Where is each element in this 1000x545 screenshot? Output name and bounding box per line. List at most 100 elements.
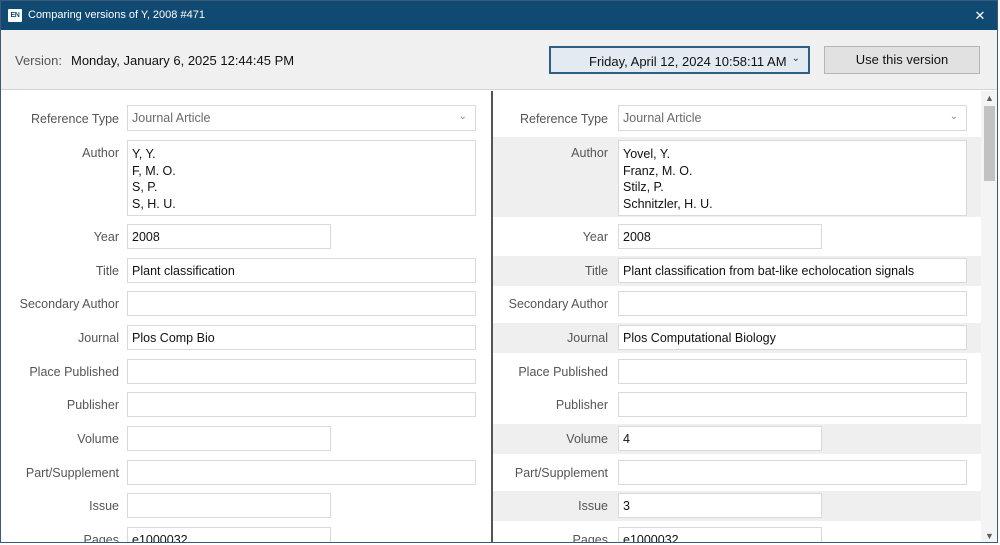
close-icon[interactable]: ✕ (963, 1, 997, 30)
field-label: Publisher (66, 398, 119, 412)
window-title: Comparing versions of Y, 2008 #471 (28, 9, 205, 21)
row-pages: Pages e1000032 (1, 525, 491, 543)
reference-type-select[interactable]: Journal Article ⌄ (127, 105, 476, 131)
author-line: S, H. U. (132, 196, 176, 211)
row-author: Author Y, Y. F, M. O. S, P. S, H. U. (1, 139, 491, 217)
place-published-field[interactable] (127, 359, 476, 384)
field-label: Author (82, 146, 119, 160)
year-field[interactable]: 2008 (127, 224, 331, 249)
field-label: Title (584, 264, 608, 278)
row-place-published: Place Published (1, 357, 491, 387)
author-line: F, M. O. (132, 163, 176, 178)
author-field[interactable]: Y, Y. F, M. O. S, P. S, H. U. (127, 140, 476, 216)
row-title: Title Plant classification from bat-like… (493, 256, 981, 286)
field-label: Secondary Author (508, 297, 608, 311)
issue-field[interactable] (127, 493, 331, 518)
publisher-field[interactable] (618, 392, 967, 417)
field-label: Reference Type (30, 112, 119, 126)
field-label: Year (93, 230, 119, 244)
title-field[interactable]: Plant classification (127, 258, 476, 283)
version-dropdown[interactable]: Friday, April 12, 2024 10:58:11 AM ⌄ (549, 46, 810, 74)
field-label: Year (582, 230, 608, 244)
version-label: Version: (15, 53, 62, 68)
row-volume: Volume (1, 424, 491, 454)
row-issue: Issue 3 (493, 491, 981, 521)
field-label: Author (571, 146, 608, 160)
volume-field[interactable] (127, 426, 331, 451)
issue-field[interactable]: 3 (618, 493, 822, 518)
reference-type-value: Journal Article (132, 111, 211, 125)
row-title: Title Plant classification (1, 256, 491, 286)
scrollbar-thumb[interactable] (984, 106, 995, 181)
pages-field[interactable]: e1000032 (127, 527, 331, 542)
field-label: Place Published (29, 365, 119, 379)
title-field[interactable]: Plant classification from bat-like echol… (618, 258, 967, 283)
compare-versions-window: EN Comparing versions of Y, 2008 #471 ✕ … (0, 0, 998, 543)
chevron-down-icon: ⌄ (458, 111, 467, 122)
row-pages: Pages e1000032 (493, 525, 981, 543)
version-bar: Version: Monday, January 6, 2025 12:44:4… (1, 30, 997, 90)
field-label: Journal (78, 331, 119, 345)
row-reference-type: Reference Type Journal Article ⌄ (1, 105, 491, 133)
use-this-version-button[interactable]: Use this version (824, 46, 980, 74)
reference-type-value: Journal Article (623, 111, 702, 125)
reference-type-select[interactable]: Journal Article ⌄ (618, 105, 967, 131)
field-label: Part/Supplement (514, 466, 608, 480)
field-label: Issue (578, 499, 608, 513)
row-issue: Issue (1, 491, 491, 521)
field-label: Issue (89, 499, 119, 513)
row-publisher: Publisher (493, 390, 981, 420)
row-publisher: Publisher (1, 390, 491, 420)
field-label: Pages (83, 533, 119, 543)
secondary-author-field[interactable] (127, 291, 476, 316)
author-line: Y, Y. (132, 147, 156, 161)
right-version-pane: Reference Type Journal Article ⌄ Author … (493, 91, 981, 543)
field-label: Pages (572, 533, 608, 543)
chevron-down-icon: ⌄ (791, 53, 800, 64)
field-label: Part/Supplement (25, 466, 119, 480)
row-journal: Journal Plos Computational Biology (493, 323, 981, 353)
chevron-down-icon: ⌄ (949, 111, 958, 122)
row-secondary-author: Secondary Author (493, 289, 981, 319)
pages-field[interactable]: e1000032 (618, 527, 822, 542)
author-field[interactable]: Yovel, Y. Franz, M. O. Stilz, P. Schnitz… (618, 140, 967, 216)
field-label: Title (95, 264, 119, 278)
row-journal: Journal Plos Comp Bio (1, 323, 491, 353)
author-line: Schnitzler, H. U. (623, 196, 713, 211)
field-label: Place Published (518, 365, 608, 379)
publisher-field[interactable] (127, 392, 476, 417)
year-field[interactable]: 2008 (618, 224, 822, 249)
scroll-down-icon[interactable]: ▼ (981, 529, 997, 542)
row-volume: Volume 4 (493, 424, 981, 454)
field-label: Publisher (555, 398, 608, 412)
row-year: Year 2008 (493, 222, 981, 252)
field-label: Volume (77, 432, 119, 446)
title-bar: EN Comparing versions of Y, 2008 #471 ✕ (1, 1, 997, 30)
current-version-text: Monday, January 6, 2025 12:44:45 PM (71, 53, 295, 68)
row-part-supplement: Part/Supplement (1, 458, 491, 488)
row-reference-type: Reference Type Journal Article ⌄ (493, 105, 981, 133)
field-label: Journal (567, 331, 608, 345)
left-version-pane: Reference Type Journal Article ⌄ Author … (1, 91, 491, 543)
version-dropdown-value: Friday, April 12, 2024 10:58:11 AM (589, 54, 787, 69)
app-icon: EN (8, 9, 22, 22)
row-place-published: Place Published (493, 357, 981, 387)
journal-field[interactable]: Plos Comp Bio (127, 325, 476, 350)
place-published-field[interactable] (618, 359, 967, 384)
author-line: Franz, M. O. (623, 163, 693, 178)
vertical-scrollbar[interactable]: ▲ ▼ (981, 91, 997, 542)
author-line: Yovel, Y. (623, 147, 671, 161)
part-supplement-field[interactable] (127, 460, 476, 485)
part-supplement-field[interactable] (618, 460, 967, 485)
volume-field[interactable]: 4 (618, 426, 822, 451)
row-year: Year 2008 (1, 222, 491, 252)
author-line: Stilz, P. (623, 180, 664, 194)
field-label: Secondary Author (19, 297, 119, 311)
field-label: Reference Type (519, 112, 608, 126)
row-secondary-author: Secondary Author (1, 289, 491, 319)
journal-field[interactable]: Plos Computational Biology (618, 325, 967, 350)
row-part-supplement: Part/Supplement (493, 458, 981, 488)
author-line: S, P. (132, 180, 158, 194)
secondary-author-field[interactable] (618, 291, 967, 316)
scroll-up-icon[interactable]: ▲ (981, 91, 997, 105)
